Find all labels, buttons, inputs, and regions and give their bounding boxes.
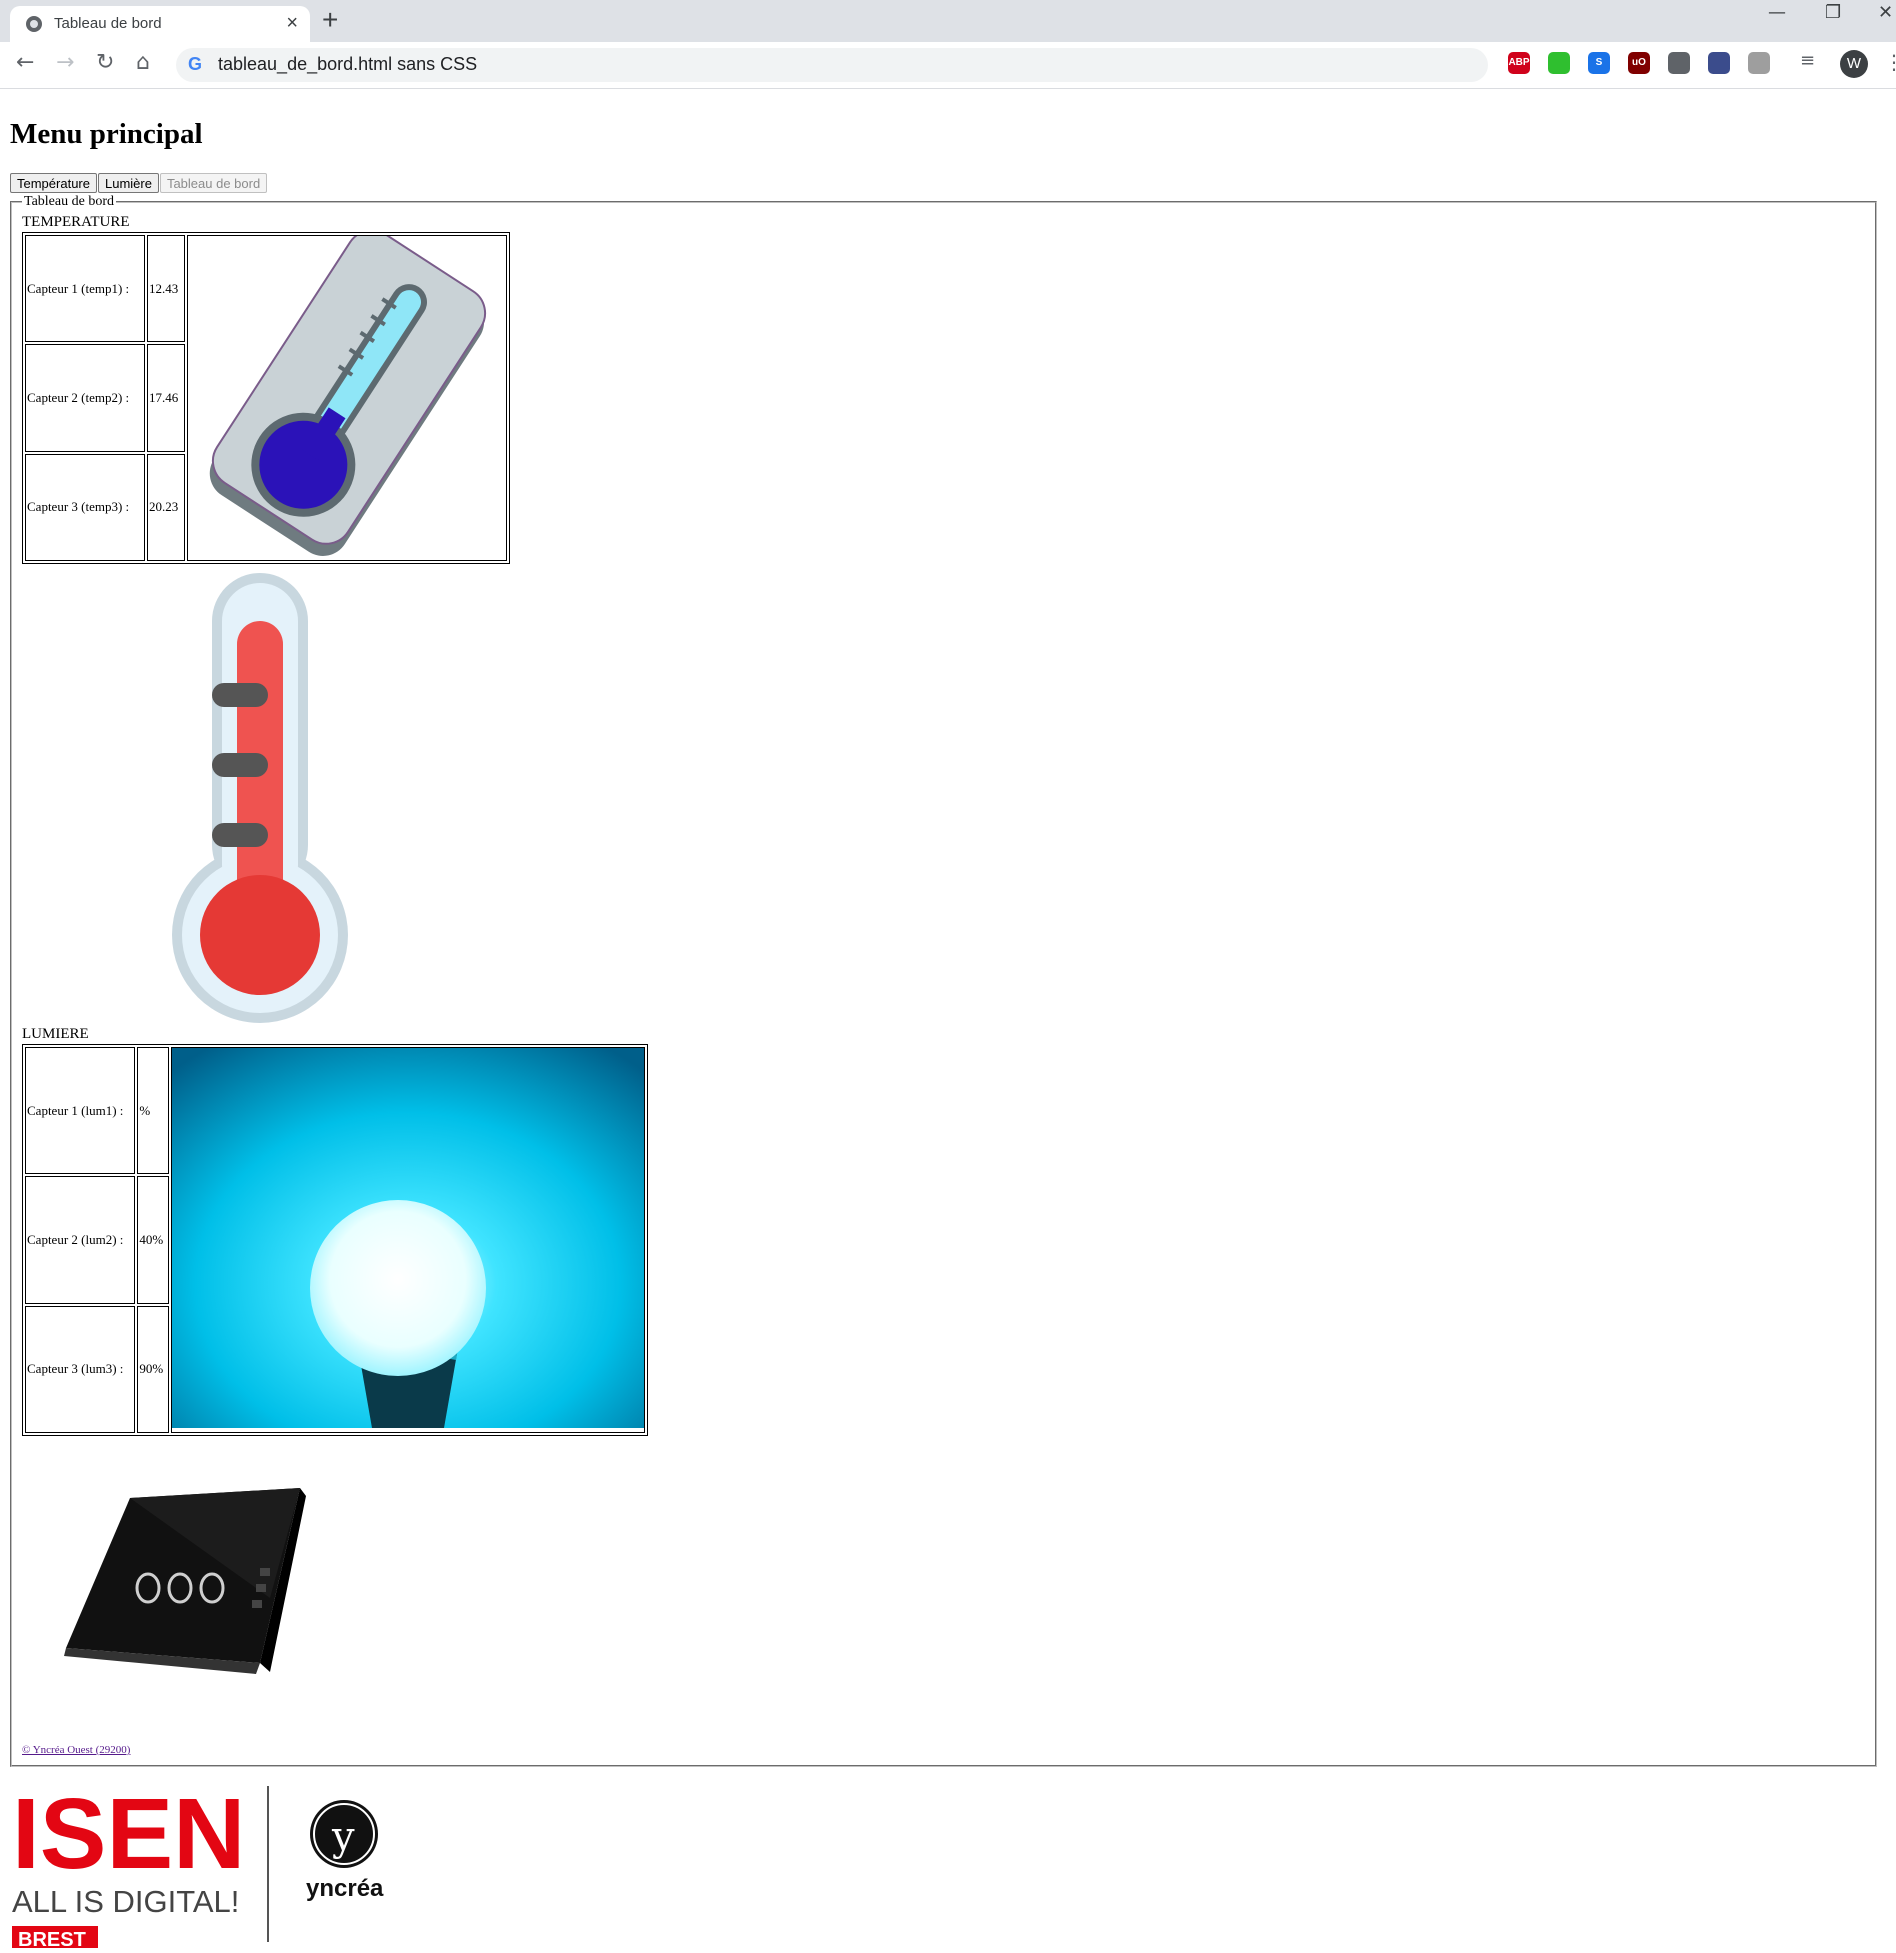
reload-icon[interactable]: ↻ (96, 50, 114, 75)
lum1-value: % (137, 1047, 169, 1175)
address-bar[interactable]: G tableau_de_bord.html sans CSS (176, 48, 1488, 82)
new-tab-button[interactable]: + (322, 4, 338, 36)
menu-icon[interactable]: ⋮ (1884, 50, 1896, 74)
isen-logo-text: ISEN (12, 1782, 245, 1890)
red-thermometer-icon (172, 573, 348, 1023)
tab-strip: Tableau de bord × + — ❐ ✕ (0, 0, 1896, 42)
temperature-button[interactable]: Température (10, 173, 97, 193)
s-extension-icon[interactable]: S (1588, 52, 1610, 74)
green-extension-icon[interactable] (1548, 52, 1570, 74)
temp2-label: Capteur 2 (temp2) : (25, 344, 146, 452)
temp3-label: Capteur 3 (temp3) : (25, 453, 146, 561)
lum2-value: 40% (137, 1176, 169, 1304)
temp3-value: 20.23 (147, 453, 185, 561)
yncrea-logo-text: yncréa (306, 1875, 384, 1902)
touch-switch-image (64, 1488, 306, 1674)
lumiere-label: LUMIERE (22, 1026, 89, 1042)
avatar[interactable]: W (1840, 50, 1868, 78)
adblock-icon[interactable]: ABP (1508, 52, 1530, 74)
home-icon[interactable]: ⌂ (136, 50, 150, 75)
minimize-icon[interactable]: — (1768, 2, 1786, 23)
isen-tagline: ALL IS DIGITAL! (12, 1884, 239, 1919)
lum3-label: Capteur 3 (lum3) : (25, 1305, 136, 1433)
close-tab-icon[interactable]: × (286, 12, 298, 35)
temperature-label: TEMPERATURE (22, 214, 130, 230)
restore-icon[interactable]: ❐ (1825, 2, 1841, 23)
lum3-value: 90% (137, 1305, 169, 1433)
lumiere-table: Capteur 1 (lum1) : % Capteur 2 (lum2): … (22, 1044, 648, 1436)
temp1-label: Capteur 1 (temp1) : (25, 235, 146, 343)
circle-extension-icon[interactable] (1668, 52, 1690, 74)
bulb-image-cell (170, 1047, 645, 1433)
tableau-de-bord-button[interactable]: Tableau de bord (159, 173, 268, 193)
tilted-thermometer-icon (209, 229, 487, 556)
close-window-icon[interactable]: ✕ (1878, 2, 1893, 23)
copyright-link[interactable]: © Yncréa Ouest (29200) (22, 1744, 130, 1756)
google-icon: G (188, 54, 203, 74)
pdf-extension-icon[interactable] (1748, 52, 1770, 74)
globe-icon (26, 16, 42, 32)
lum1-label: Capteur 1 (lum1) : (25, 1047, 136, 1175)
back-icon[interactable]: ← (16, 50, 34, 75)
ublock-icon[interactable]: uO (1628, 52, 1650, 74)
fieldset-legend: Tableau de bord (24, 194, 114, 209)
address-text[interactable]: tableau_de_bord.html sans CSS (218, 54, 477, 75)
temperature-table: Capteur 1 (temp1) : 12.43 Capteur 2 (tem… (22, 229, 510, 564)
footer-logos: ISEN ALL IS DIGITAL! BREST y yncréa (10, 1778, 410, 1953)
lumiere-button[interactable]: Lumière (97, 173, 159, 193)
browser-tab[interactable]: Tableau de bord × (10, 6, 310, 42)
svg-text:y: y (331, 1814, 355, 1860)
browser-chrome: Tableau de bord × + — ❐ ✕ ← → ↻ ⌂ G tabl… (0, 0, 1896, 89)
temp2-value: 17.46 (147, 344, 185, 452)
main-menu: Température Lumière Tableau de bord (10, 173, 268, 193)
lum2-label: Capteur 2 (lum2) : (25, 1176, 136, 1304)
temp1-value: 12.43 (147, 235, 185, 343)
isen-city: BREST (18, 1929, 86, 1948)
page-title: Menu principal (10, 118, 203, 150)
forward-icon[interactable]: → (56, 50, 74, 75)
isen-yncrea-logo: ISEN ALL IS DIGITAL! BREST y yncréa (12, 1778, 384, 1951)
browser-toolbar: ← → ↻ ⌂ G tableau_de_bord.html sans CSS … (0, 42, 1896, 89)
reading-list-icon[interactable]: ≡ (1800, 50, 1815, 71)
light-bulb-image (171, 1048, 644, 1428)
thermometer-image-cell (186, 229, 507, 561)
tab-title: Tableau de bord (54, 15, 162, 32)
lock-extension-icon[interactable] (1708, 52, 1730, 74)
